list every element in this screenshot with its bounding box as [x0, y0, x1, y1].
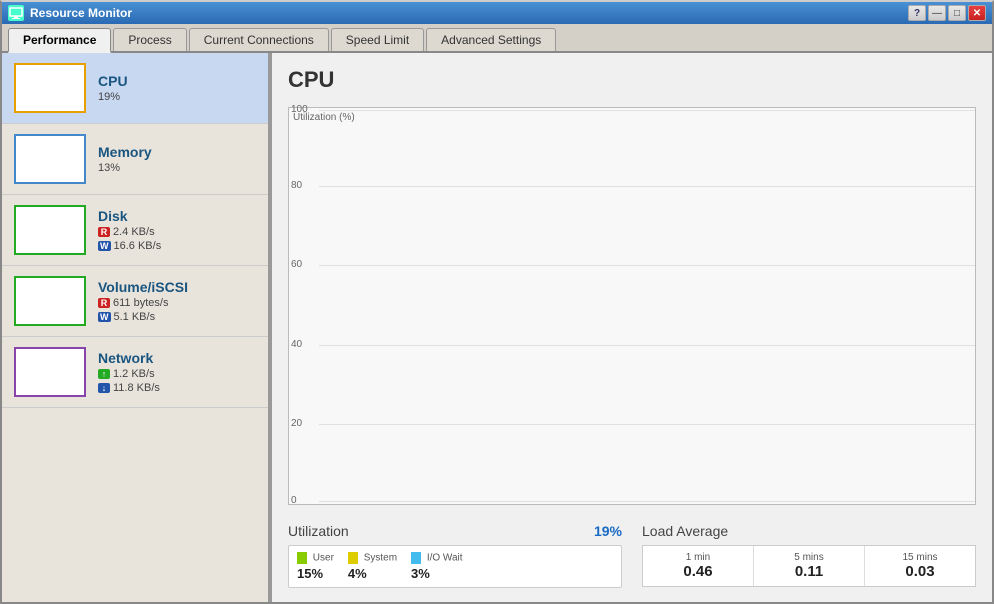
iowait-color: [411, 552, 421, 564]
gridline-60: 60: [319, 265, 975, 266]
load-average-section: Load Average 1 min 0.46 5 mins 0.11 15 m…: [642, 523, 976, 588]
gridline-100: 100: [319, 110, 975, 111]
memory-label: Memory: [98, 144, 152, 160]
utilization-percentage: 19%: [594, 523, 622, 539]
gridline-40: 40: [319, 345, 975, 346]
cpu-info: CPU 19%: [98, 73, 128, 103]
gridlabel-100: 100: [291, 104, 308, 115]
chart-grid: 100 80 60 40 20 0: [319, 108, 975, 504]
load-1min: 1 min 0.46: [643, 546, 754, 586]
content-area: CPU 19% Memory 13% Disk R 2.4: [2, 53, 992, 602]
memory-info: Memory 13%: [98, 144, 152, 174]
network-stat2: ↓ 11.8 KB/s: [98, 382, 160, 394]
disk-write-badge: W: [98, 241, 111, 251]
user-value: 15%: [297, 566, 323, 581]
tab-performance[interactable]: Performance: [8, 28, 111, 53]
network-down-badge: ↓: [98, 383, 110, 393]
disk-mini-graph: [14, 205, 86, 255]
volume-mini-graph: [14, 276, 86, 326]
volume-stat2: W 5.1 KB/s: [98, 311, 188, 323]
load-1min-label: 1 min: [653, 552, 743, 563]
load-15min-label: 15 mins: [875, 552, 965, 563]
memory-mini-graph: [14, 134, 86, 184]
cpu-label: CPU: [98, 73, 128, 89]
memory-stat: 13%: [98, 162, 152, 174]
system-color: [348, 552, 358, 564]
utilization-section: Utilization 19% User 15%: [288, 523, 622, 588]
disk-stat1: R 2.4 KB/s: [98, 226, 161, 238]
title-bar: Resource Monitor ? — □ ✕: [2, 2, 992, 24]
volume-write-badge: W: [98, 312, 111, 322]
network-up-badge: ↑: [98, 369, 110, 379]
disk-label: Disk: [98, 208, 161, 224]
iowait-value: 3%: [411, 566, 430, 581]
tabs-bar: Performance Process Current Connections …: [2, 24, 992, 53]
tab-advanced[interactable]: Advanced Settings: [426, 28, 556, 51]
network-stat1: ↑ 1.2 KB/s: [98, 368, 160, 380]
gridline-20: 20: [319, 424, 975, 425]
gridlabel-40: 40: [291, 339, 302, 350]
gridline-0: 0: [319, 501, 975, 502]
disk-read-badge: R: [98, 227, 110, 237]
sidebar: CPU 19% Memory 13% Disk R 2.4: [2, 53, 270, 602]
disk-info: Disk R 2.4 KB/s W 16.6 KB/s: [98, 208, 161, 252]
maximize-button[interactable]: □: [948, 5, 966, 21]
tab-speedlimit[interactable]: Speed Limit: [331, 28, 424, 51]
cpu-chart: Utilization (%) 100 80 60 40 20: [288, 107, 976, 505]
load-5min: 5 mins 0.11: [754, 546, 865, 586]
load-15min-value: 0.03: [875, 563, 965, 580]
volume-info: Volume/iSCSI R 611 bytes/s W 5.1 KB/s: [98, 279, 188, 323]
tab-connections[interactable]: Current Connections: [189, 28, 329, 51]
utilization-title: Utilization: [288, 523, 349, 539]
sidebar-item-disk[interactable]: Disk R 2.4 KB/s W 16.6 KB/s: [2, 195, 268, 266]
network-mini-graph: [14, 347, 86, 397]
system-value: 4%: [348, 566, 367, 581]
volume-label: Volume/iSCSI: [98, 279, 188, 295]
load-5min-label: 5 mins: [764, 552, 854, 563]
load-header: Load Average: [642, 523, 976, 545]
utilization-header: Utilization 19%: [288, 523, 622, 545]
load-title: Load Average: [642, 523, 728, 539]
load-5min-value: 0.11: [764, 563, 854, 580]
cpu-stat: 19%: [98, 91, 128, 103]
network-info: Network ↑ 1.2 KB/s ↓ 11.8 KB/s: [98, 350, 160, 394]
user-label: User: [297, 552, 334, 564]
minimize-button[interactable]: —: [928, 5, 946, 21]
stat-bars: User 15% System 4%: [288, 545, 622, 588]
volume-stat1: R 611 bytes/s: [98, 297, 188, 309]
title-bar-buttons: ? — □ ✕: [908, 5, 986, 21]
gridlabel-60: 60: [291, 259, 302, 270]
disk-stat2: W 16.6 KB/s: [98, 240, 161, 252]
gridline-80: 80: [319, 186, 975, 187]
main-window: Resource Monitor ? — □ ✕ Performance Pro…: [0, 0, 994, 604]
title-bar-left: Resource Monitor: [8, 5, 132, 21]
load-1min-value: 0.46: [653, 563, 743, 580]
help-button[interactable]: ?: [908, 5, 926, 21]
window-title: Resource Monitor: [30, 6, 132, 20]
app-icon: [8, 5, 24, 21]
bottom-stats: Utilization 19% User 15%: [288, 523, 976, 588]
iowait-bar: I/O Wait 3%: [411, 552, 463, 581]
gridlabel-0: 0: [291, 495, 297, 506]
system-bar: System 4%: [348, 552, 397, 581]
gridlabel-80: 80: [291, 180, 302, 191]
network-label: Network: [98, 350, 160, 366]
system-label: System: [348, 552, 397, 564]
gridlabel-20: 20: [291, 418, 302, 429]
iowait-label: I/O Wait: [411, 552, 463, 564]
user-color: [297, 552, 307, 564]
tab-process[interactable]: Process: [113, 28, 186, 51]
panel-title: CPU: [288, 67, 976, 93]
user-bar: User 15%: [297, 552, 334, 581]
sidebar-item-volume[interactable]: Volume/iSCSI R 611 bytes/s W 5.1 KB/s: [2, 266, 268, 337]
sidebar-item-network[interactable]: Network ↑ 1.2 KB/s ↓ 11.8 KB/s: [2, 337, 268, 408]
volume-read-badge: R: [98, 298, 110, 308]
sidebar-item-memory[interactable]: Memory 13%: [2, 124, 268, 195]
sidebar-item-cpu[interactable]: CPU 19%: [2, 53, 268, 124]
main-panel: CPU Utilization (%) 100 80 60 40: [272, 53, 992, 602]
cpu-mini-graph: [14, 63, 86, 113]
load-avg-box: 1 min 0.46 5 mins 0.11 15 mins 0.03: [642, 545, 976, 587]
close-button[interactable]: ✕: [968, 5, 986, 21]
load-15min: 15 mins 0.03: [865, 546, 975, 586]
